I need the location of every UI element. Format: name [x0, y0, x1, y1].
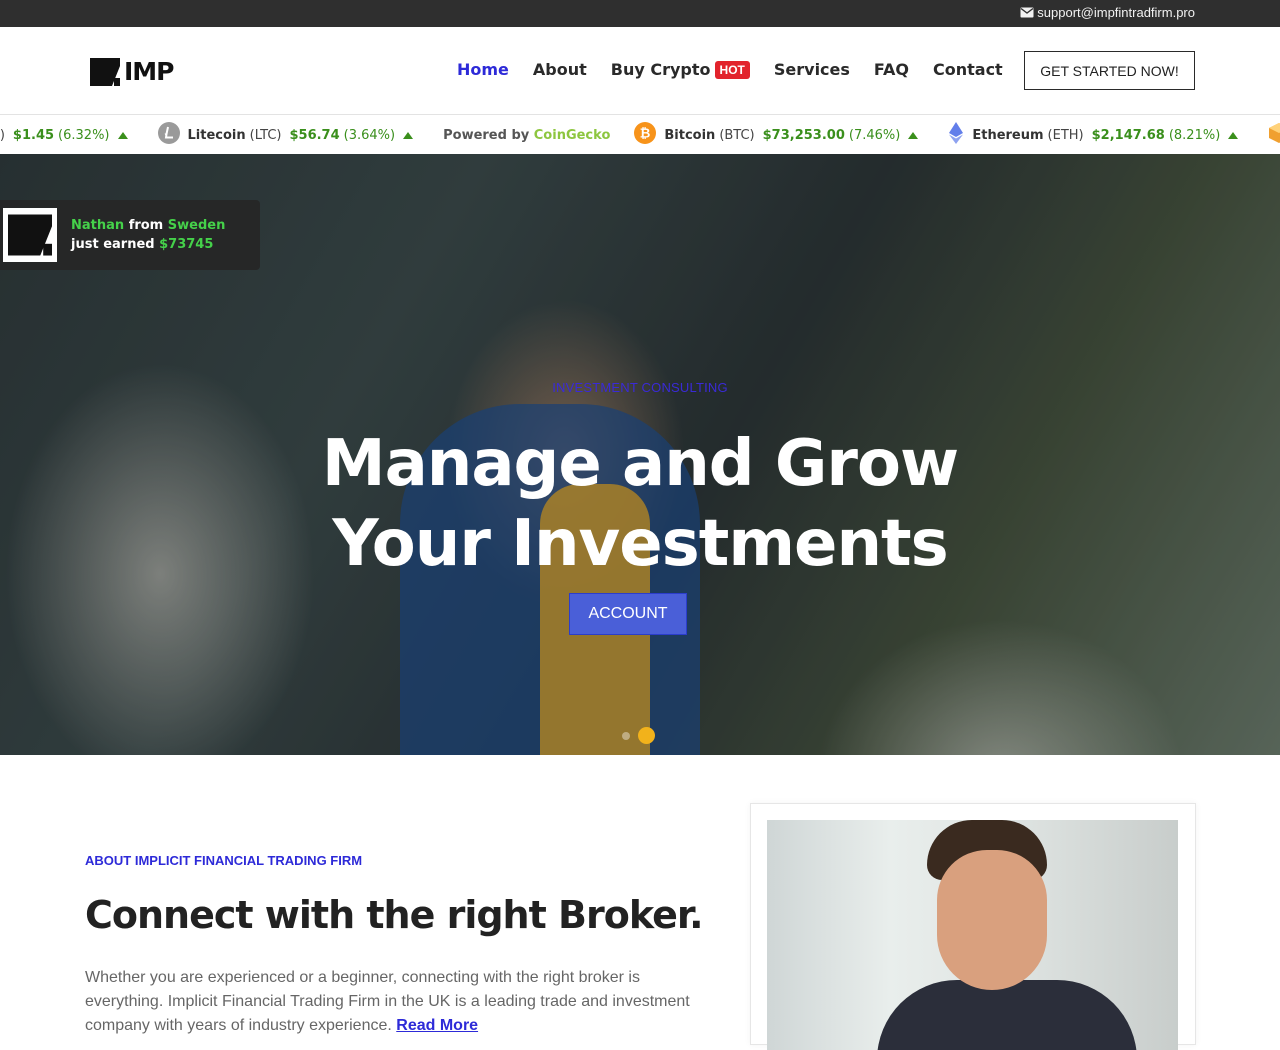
ticker-item-ethereum[interactable]: Ethereum (ETH) $2,147.68 (8.21%): [948, 122, 1239, 148]
main-nav: Home About Buy Crypto HOT Services FAQ C…: [457, 60, 1027, 79]
support-email[interactable]: support@impfintradfirm.pro: [1020, 5, 1195, 20]
coin-icon: [1268, 122, 1280, 148]
ticker-item[interactable]: P) $1.45 (6.32%): [0, 128, 128, 143]
nav-home[interactable]: Home: [457, 60, 509, 79]
nav-contact[interactable]: Contact: [933, 60, 1003, 79]
photo-face: [937, 850, 1047, 990]
hero-title-line-1: Manage and Grow: [321, 427, 959, 501]
ticker-name: Ethereum: [972, 127, 1044, 143]
about-heading: Connect with the right Broker.: [85, 893, 704, 937]
envelope-icon: [1020, 7, 1034, 18]
get-started-button[interactable]: GET STARTED NOW!: [1024, 51, 1195, 90]
svg-text:₿: ₿: [640, 127, 651, 142]
site-header: IMP Home About Buy Crypto HOT Services F…: [0, 27, 1280, 114]
support-email-text[interactable]: support@impfintradfirm.pro: [1037, 5, 1195, 20]
notification-from: from: [128, 218, 164, 233]
ticker-price: $56.74: [289, 127, 340, 143]
account-button[interactable]: ACCOUNT: [569, 593, 687, 635]
ticker-symbol: P): [0, 127, 5, 143]
earnings-notification: Nathan from Sweden just earned $73745: [0, 200, 260, 270]
ticker-change: (3.64%): [343, 127, 396, 143]
up-arrow-icon: [908, 131, 919, 139]
notification-earned-text: just earned: [71, 237, 155, 252]
logo-mark-icon: [90, 57, 120, 86]
notification-name: Nathan: [71, 218, 125, 233]
nav-buy-crypto-label: Buy Crypto: [610, 60, 711, 79]
top-bar: support@impfintradfirm.pro: [0, 0, 1280, 27]
slider-dot-2[interactable]: [638, 727, 655, 744]
up-arrow-icon: [1228, 131, 1239, 139]
broker-photo: [767, 820, 1178, 1050]
about-paragraph-text: Whether you are experienced or a beginne…: [85, 969, 690, 1034]
hero-title: Manage and Grow Your Investments: [0, 424, 1280, 584]
crypto-ticker: P) $1.45 (6.32%) Litecoin (LTC) $56.74 (…: [0, 114, 1280, 156]
powered-by-coingecko[interactable]: Powered by CoinGecko: [443, 128, 610, 143]
notification-message: Nathan from Sweden just earned $73745: [71, 216, 225, 254]
ticker-name: Litecoin: [187, 127, 246, 143]
notification-amount: $73745: [159, 237, 214, 252]
hero-title-line-2: Your Investments: [332, 507, 948, 581]
ticker-symbol: (ETH): [1047, 127, 1084, 143]
powered-by-label: Powered by: [443, 127, 530, 143]
hero-kicker: INVESTMENT CONSULTING: [552, 380, 728, 395]
ticker-symbol: (BTC): [719, 127, 755, 143]
ticker-change: (8.21%): [1168, 127, 1221, 143]
ticker-name: Bitcoin: [664, 127, 716, 143]
logo-text: IMP: [124, 57, 175, 86]
coingecko-link[interactable]: CoinGecko: [534, 128, 611, 143]
up-arrow-icon: [117, 131, 128, 139]
site-logo[interactable]: IMP: [90, 57, 175, 86]
slider-pagination: [622, 727, 655, 744]
about-section: ABOUT IMPLICIT FINANCIAL TRADING FIRM Co…: [0, 755, 1280, 1050]
hot-badge: HOT: [714, 60, 750, 79]
ticker-price: $1.45: [12, 127, 55, 143]
notification-country: Sweden: [167, 218, 226, 233]
ticker-item-next[interactable]: [1268, 122, 1280, 148]
nav-buy-crypto[interactable]: Buy Crypto HOT: [611, 60, 750, 79]
notification-logo: [3, 208, 57, 262]
nav-about[interactable]: About: [533, 60, 587, 79]
ticker-change: (7.46%): [848, 127, 901, 143]
nav-services[interactable]: Services: [774, 60, 850, 79]
ticker-track: P) $1.45 (6.32%) Litecoin (LTC) $56.74 (…: [0, 115, 1280, 155]
ethereum-icon: [948, 122, 964, 148]
about-kicker: ABOUT IMPLICIT FINANCIAL TRADING FIRM: [85, 853, 363, 868]
logo-mark-icon: [8, 214, 52, 256]
ticker-symbol: (LTC): [249, 127, 282, 143]
about-photo-card: [750, 803, 1196, 1050]
ticker-item-litecoin[interactable]: Litecoin (LTC) $56.74 (3.64%): [157, 122, 414, 148]
ticker-price: $2,147.68: [1091, 127, 1165, 143]
photo-suit: [877, 980, 1137, 1050]
bitcoin-icon: ₿: [634, 122, 657, 148]
read-more-link[interactable]: Read More: [396, 1017, 478, 1034]
nav-faq[interactable]: FAQ: [874, 60, 909, 79]
about-paragraph: Whether you are experienced or a beginne…: [85, 966, 715, 1038]
slider-dot-1[interactable]: [622, 731, 630, 740]
ticker-change: (6.32%): [58, 127, 110, 143]
ticker-price: $73,253.00: [762, 127, 845, 143]
up-arrow-icon: [403, 131, 414, 139]
ticker-item-bitcoin[interactable]: ₿ Bitcoin (BTC) $73,253.00 (7.46%): [634, 122, 919, 148]
litecoin-icon: [157, 122, 180, 148]
